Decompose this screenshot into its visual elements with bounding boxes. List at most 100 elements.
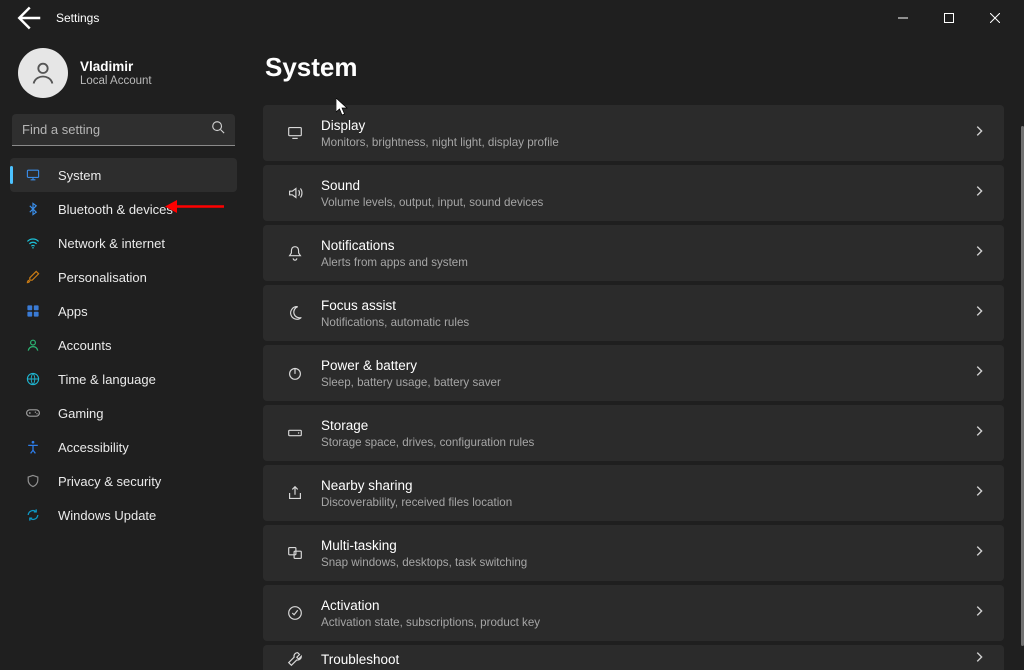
settings-row-share[interactable]: Nearby sharingDiscoverability, received … — [263, 465, 1004, 521]
row-title: Sound — [321, 177, 972, 194]
sidebar-item-label: Time & language — [58, 372, 156, 387]
close-icon — [990, 13, 1000, 23]
row-subtitle: Volume levels, output, input, sound devi… — [321, 195, 972, 210]
sidebar-item-label: Personalisation — [58, 270, 147, 285]
row-text: Focus assistNotifications, automatic rul… — [313, 297, 972, 330]
row-text: Multi-taskingSnap windows, desktops, tas… — [313, 537, 972, 570]
row-title: Multi-tasking — [321, 537, 972, 554]
row-title: Focus assist — [321, 297, 972, 314]
row-subtitle: Snap windows, desktops, task switching — [321, 555, 972, 570]
check-icon — [277, 604, 313, 622]
sidebar-item-lang[interactable]: Time & language — [10, 362, 237, 396]
chevron-right-icon — [972, 604, 986, 623]
close-button[interactable] — [972, 2, 1018, 34]
sidebar-item-system[interactable]: System — [10, 158, 237, 192]
settings-row-sound[interactable]: SoundVolume levels, output, input, sound… — [263, 165, 1004, 221]
chevron-right-icon — [972, 650, 986, 669]
account-name: Vladimir — [80, 59, 152, 74]
settings-row-check[interactable]: ActivationActivation state, subscription… — [263, 585, 1004, 641]
page-title: System — [265, 52, 1004, 83]
sidebar: Vladimir Local Account System Bluetooth &… — [0, 36, 247, 670]
sidebar-item-label: System — [58, 168, 101, 183]
row-text: Nearby sharingDiscoverability, received … — [313, 477, 972, 510]
chevron-right-icon — [972, 244, 986, 263]
sidebar-item-access[interactable]: Accessibility — [10, 430, 237, 464]
minimize-button[interactable] — [880, 2, 926, 34]
sidebar-item-update[interactable]: Windows Update — [10, 498, 237, 532]
row-text: StorageStorage space, drives, configurat… — [313, 417, 972, 450]
row-title: Nearby sharing — [321, 477, 972, 494]
chevron-right-icon — [972, 124, 986, 143]
search-box[interactable] — [12, 114, 235, 146]
window-title: Settings — [56, 11, 99, 25]
brush-icon — [24, 268, 42, 286]
settings-row-display[interactable]: DisplayMonitors, brightness, night light… — [263, 105, 1004, 161]
account-subtitle: Local Account — [80, 75, 152, 87]
row-text: ActivationActivation state, subscription… — [313, 597, 972, 630]
settings-row-multi[interactable]: Multi-taskingSnap windows, desktops, tas… — [263, 525, 1004, 581]
access-icon — [24, 438, 42, 456]
sidebar-item-brush[interactable]: Personalisation — [10, 260, 237, 294]
row-text: Power & batterySleep, battery usage, bat… — [313, 357, 972, 390]
bt-icon — [24, 200, 42, 218]
maximize-button[interactable] — [926, 2, 972, 34]
row-text: Troubleshoot — [313, 651, 972, 668]
game-icon — [24, 404, 42, 422]
sidebar-item-label: Windows Update — [58, 508, 156, 523]
moon-icon — [277, 304, 313, 322]
maximize-icon — [944, 13, 954, 23]
chevron-right-icon — [972, 304, 986, 323]
row-title: Power & battery — [321, 357, 972, 374]
sidebar-item-wifi[interactable]: Network & internet — [10, 226, 237, 260]
row-subtitle: Discoverability, received files location — [321, 495, 972, 510]
search-input[interactable] — [22, 122, 211, 137]
chevron-right-icon — [972, 184, 986, 203]
sidebar-item-label: Gaming — [58, 406, 104, 421]
sidebar-item-bt[interactable]: Bluetooth & devices — [10, 192, 237, 226]
row-subtitle: Activation state, subscriptions, product… — [321, 615, 972, 630]
minimize-icon — [898, 13, 908, 23]
settings-row-power[interactable]: Power & batterySleep, battery usage, bat… — [263, 345, 1004, 401]
sidebar-item-label: Accessibility — [58, 440, 129, 455]
row-subtitle: Monitors, brightness, night light, displ… — [321, 135, 972, 150]
search-row — [0, 110, 247, 156]
sidebar-item-label: Accounts — [58, 338, 111, 353]
display-icon — [277, 124, 313, 142]
settings-row-moon[interactable]: Focus assistNotifications, automatic rul… — [263, 285, 1004, 341]
sidebar-item-user[interactable]: Accounts — [10, 328, 237, 362]
titlebar: Settings — [0, 0, 1024, 36]
sidebar-item-shield[interactable]: Privacy & security — [10, 464, 237, 498]
avatar — [18, 48, 68, 98]
row-title: Display — [321, 117, 972, 134]
back-button[interactable] — [14, 4, 42, 32]
lang-icon — [24, 370, 42, 388]
shield-icon — [24, 472, 42, 490]
settings-row-storage[interactable]: StorageStorage space, drives, configurat… — [263, 405, 1004, 461]
row-subtitle: Alerts from apps and system — [321, 255, 972, 270]
sidebar-item-apps[interactable]: Apps — [10, 294, 237, 328]
row-subtitle: Notifications, automatic rules — [321, 315, 972, 330]
sound-icon — [277, 184, 313, 202]
row-text: NotificationsAlerts from apps and system — [313, 237, 972, 270]
chevron-right-icon — [972, 544, 986, 563]
person-icon — [29, 59, 57, 87]
row-title: Activation — [321, 597, 972, 614]
apps-icon — [24, 302, 42, 320]
account-block[interactable]: Vladimir Local Account — [0, 44, 247, 110]
multi-icon — [277, 544, 313, 562]
settings-row-wrench[interactable]: Troubleshoot — [263, 645, 1004, 670]
settings-row-bell[interactable]: NotificationsAlerts from apps and system — [263, 225, 1004, 281]
settings-list: DisplayMonitors, brightness, night light… — [263, 105, 1004, 670]
search-icon — [211, 120, 225, 139]
storage-icon — [277, 424, 313, 442]
system-icon — [24, 166, 42, 184]
wrench-icon — [277, 650, 313, 668]
sidebar-item-label: Privacy & security — [58, 474, 161, 489]
bell-icon — [277, 244, 313, 262]
share-icon — [277, 484, 313, 502]
update-icon — [24, 506, 42, 524]
row-title: Notifications — [321, 237, 972, 254]
sidebar-item-game[interactable]: Gaming — [10, 396, 237, 430]
row-subtitle: Sleep, battery usage, battery saver — [321, 375, 972, 390]
account-text: Vladimir Local Account — [80, 59, 152, 87]
